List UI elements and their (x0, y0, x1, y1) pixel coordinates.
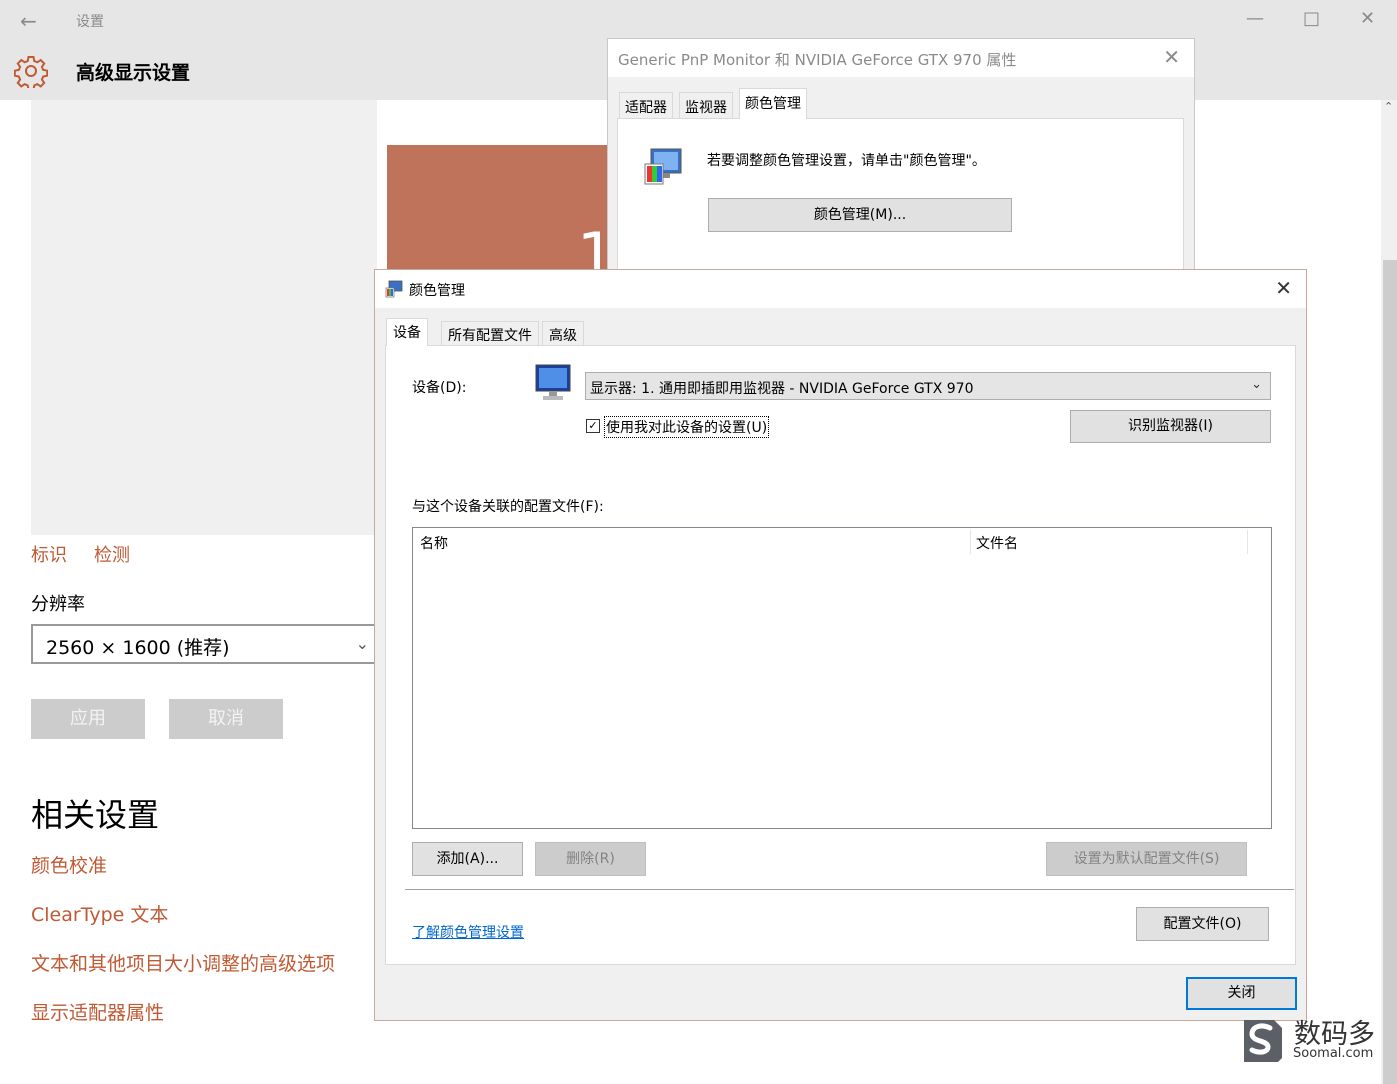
properties-dialog: Generic PnP Monitor 和 NVIDIA GeForce GTX… (607, 38, 1195, 278)
detect-link[interactable]: 检测 (94, 541, 130, 567)
tab-color-management[interactable]: 颜色管理 (739, 88, 807, 119)
settings-titlebar: ← 设置 — □ ✕ (0, 0, 1397, 40)
column-divider[interactable] (1247, 530, 1248, 554)
minimize-icon[interactable]: — (1246, 8, 1264, 29)
close-icon[interactable]: ✕ (1163, 45, 1180, 69)
close-icon[interactable]: ✕ (1360, 8, 1375, 29)
related-settings-title: 相关设置 (31, 796, 160, 834)
tab-advanced[interactable]: 高级 (542, 321, 584, 345)
tab-monitor[interactable]: 监视器 (679, 92, 733, 118)
close-button[interactable]: 关闭 (1186, 977, 1297, 1010)
scrollbar-thumb[interactable] (1383, 260, 1397, 1084)
display-preview-area (31, 100, 377, 535)
learn-color-management-link[interactable]: 了解颜色管理设置 (412, 922, 524, 942)
column-header-filename[interactable]: 文件名 (976, 533, 1018, 553)
divider (405, 889, 1294, 890)
resolution-dropdown[interactable]: 2560 × 1600 (推荐) ⌄ (31, 624, 381, 664)
use-my-settings-checkbox[interactable]: ✓ (586, 419, 600, 433)
color-dialog-titlebar: 颜色管理 ✕ (375, 270, 1306, 308)
resolution-value: 2560 × 1600 (推荐) (46, 637, 230, 659)
watermark-domain: Soomal.com (1293, 1046, 1374, 1061)
chevron-down-icon: ⌄ (355, 634, 369, 653)
profiles-list[interactable]: 名称 文件名 (412, 527, 1272, 829)
back-arrow-icon[interactable]: ← (20, 9, 37, 33)
tab-devices[interactable]: 设备 (386, 318, 428, 346)
color-dialog-title: 颜色管理 (409, 283, 465, 299)
scroll-up-icon[interactable]: ⌃ (1384, 100, 1393, 113)
cleartype-link[interactable]: ClearType 文本 (31, 900, 168, 927)
tab-all-profiles[interactable]: 所有配置文件 (441, 321, 539, 345)
color-management-dialog: 颜色管理 ✕ 设备 所有配置文件 高级 设备(D): 显示器: 1. 通用即插即… (374, 269, 1307, 1021)
color-calibration-link[interactable]: 颜色校准 (31, 851, 107, 878)
close-icon[interactable]: ✕ (1275, 276, 1292, 300)
add-button[interactable]: 添加(A)... (412, 842, 523, 876)
color-management-icon (644, 148, 682, 185)
device-dropdown[interactable]: 显示器: 1. 通用即插即用监视器 - NVIDIA GeForce GTX 9… (585, 372, 1271, 400)
soomal-logo (1244, 1020, 1282, 1062)
page-title: 高级显示设置 (76, 62, 191, 84)
color-management-small-icon (385, 280, 403, 298)
cancel-button[interactable]: 取消 (169, 699, 283, 739)
monitor-icon (535, 364, 571, 400)
chevron-down-icon: ⌄ (1251, 377, 1262, 392)
maximize-icon[interactable]: □ (1303, 8, 1320, 29)
apply-button[interactable]: 应用 (31, 699, 145, 739)
device-label: 设备(D): (412, 380, 467, 396)
profiles-button[interactable]: 配置文件(O) (1136, 907, 1269, 941)
window-caption: 设置 (76, 14, 104, 30)
use-my-settings-label[interactable]: 使用我对此设备的设置(U) (604, 416, 770, 438)
identify-monitors-button[interactable]: 识别监视器(I) (1070, 410, 1271, 443)
set-default-profile-button[interactable]: 设置为默认配置文件(S) (1046, 842, 1247, 876)
device-value: 显示器: 1. 通用即插即用监视器 - NVIDIA GeForce GTX 9… (590, 381, 974, 397)
advanced-sizing-link[interactable]: 文本和其他项目大小调整的高级选项 (31, 949, 335, 976)
properties-titlebar: Generic PnP Monitor 和 NVIDIA GeForce GTX… (608, 39, 1194, 77)
column-divider[interactable] (970, 530, 971, 554)
color-management-button[interactable]: 颜色管理(M)... (708, 198, 1012, 232)
profiles-label: 与这个设备关联的配置文件(F): (412, 499, 604, 515)
properties-message: 若要调整颜色管理设置，请单击"颜色管理"。 (707, 153, 986, 169)
resolution-label: 分辨率 (31, 594, 85, 615)
monitor-tile[interactable]: 1 (387, 145, 609, 270)
adapter-properties-link[interactable]: 显示适配器属性 (31, 998, 164, 1025)
properties-title: Generic PnP Monitor 和 NVIDIA GeForce GTX… (618, 51, 1017, 69)
identify-link[interactable]: 标识 (31, 541, 67, 567)
tab-adapter[interactable]: 适配器 (619, 92, 673, 118)
column-header-name[interactable]: 名称 (420, 533, 448, 553)
gear-icon (14, 56, 48, 88)
monitor-number: 1 (577, 220, 609, 270)
remove-button[interactable]: 删除(R) (535, 842, 646, 876)
